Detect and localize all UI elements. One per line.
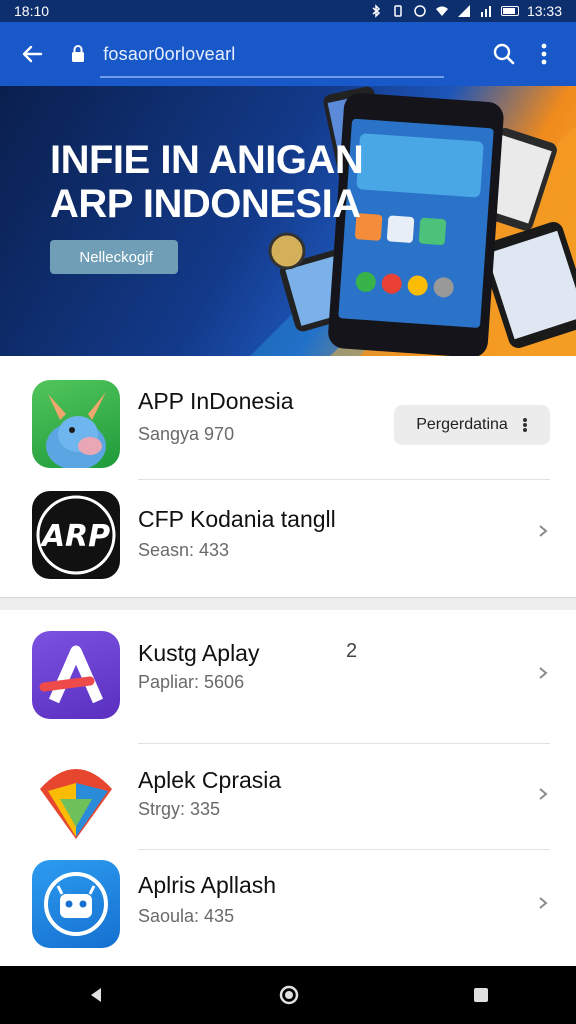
- a-letter-icon: [32, 631, 120, 719]
- app-subtitle: Saoula: 435: [138, 906, 235, 926]
- chevron-right-icon[interactable]: [536, 787, 550, 801]
- alarm-icon: [414, 5, 426, 17]
- wifi-icon: [435, 6, 448, 16]
- promo-banner[interactable]: INFIE IN ANIGAN ARP INDONESIA Nelleckogi…: [0, 86, 576, 356]
- app-action-label: Pergerdatina: [416, 416, 508, 433]
- list-item[interactable]: Aplek Cprasia Strgy: 335: [0, 745, 576, 855]
- app-title: APP InDonesia: [138, 388, 294, 414]
- vibrate-icon: [394, 5, 402, 17]
- banner-title: INFIE IN ANIGAN ARP INDONESIA: [50, 138, 364, 226]
- battery-icon: [500, 6, 519, 16]
- more-options-button[interactable]: [524, 34, 564, 74]
- browser-toolbar: fosaor0orlovearl: [0, 22, 576, 86]
- bluetooth-icon: [372, 4, 381, 18]
- banner-title-line1: INFIE IN ANIGAN: [50, 138, 364, 182]
- system-nav-bar: [0, 966, 576, 1024]
- banner-button[interactable]: Nelleckogif: [50, 240, 178, 274]
- app-subtitle: Papliar: 5606: [138, 672, 245, 692]
- app-subtitle: Seasn: 433: [138, 540, 230, 560]
- section-separator: [0, 597, 576, 610]
- search-icon: [493, 43, 515, 65]
- address-bar[interactable]: fosaor0orlovearl: [70, 22, 484, 86]
- app-title: Aplris Apllash: [138, 872, 277, 898]
- more-vert-icon: [541, 43, 547, 65]
- banner-title-line2: ARP INDONESIA: [50, 182, 361, 226]
- svg-text:ARP: ARP: [40, 519, 110, 554]
- search-button[interactable]: [484, 34, 524, 74]
- list-item[interactable]: Kustg Aplay 2 Papliar: 5606: [0, 620, 576, 744]
- status-icons: 13:33: [369, 3, 562, 19]
- list-item[interactable]: ARP CFP Kodania tangll Seasn: 433: [0, 480, 576, 590]
- chevron-right-icon[interactable]: [536, 524, 550, 538]
- donkey-icon: [32, 380, 120, 468]
- status-bar: 18:10 13:33: [0, 0, 576, 22]
- list-item[interactable]: APP InDonesia Sangya 970 Pergerdatina: [0, 366, 576, 480]
- nav-home-icon[interactable]: [278, 984, 300, 1006]
- nav-recents-icon[interactable]: [472, 986, 490, 1004]
- back-arrow-icon: [22, 45, 43, 63]
- app-title: Aplek Cprasia: [138, 767, 282, 793]
- app-badge: 2: [346, 640, 358, 662]
- triangle-logo-icon: [32, 755, 120, 843]
- app-title: Kustg Aplay: [138, 640, 260, 666]
- back-button[interactable]: [12, 34, 52, 74]
- app-title: CFP Kodania tangll: [138, 506, 336, 532]
- chevron-right-icon[interactable]: [536, 666, 550, 680]
- list-item[interactable]: Aplris Apllash Saoula: 435: [0, 850, 576, 960]
- signal-icon: [457, 5, 470, 17]
- chevron-right-icon[interactable]: [536, 896, 550, 910]
- lock-icon: [72, 45, 84, 62]
- app-action-button[interactable]: Pergerdatina: [394, 405, 550, 445]
- robot-icon: [32, 860, 120, 948]
- more-vert-icon: [522, 418, 527, 432]
- status-time-right: 13:33: [526, 3, 562, 19]
- arp-logo-icon: ARP: [32, 491, 120, 579]
- url-text[interactable]: fosaor0orlovearl: [98, 44, 235, 65]
- app-subtitle: Sangya 970: [138, 424, 235, 444]
- nav-back-icon[interactable]: [86, 985, 106, 1005]
- address-underline: [100, 76, 444, 78]
- divider: [138, 743, 550, 744]
- status-time: 18:10: [14, 3, 50, 19]
- signal-2-icon: [480, 6, 491, 17]
- app-subtitle: Strgy: 335: [138, 799, 221, 819]
